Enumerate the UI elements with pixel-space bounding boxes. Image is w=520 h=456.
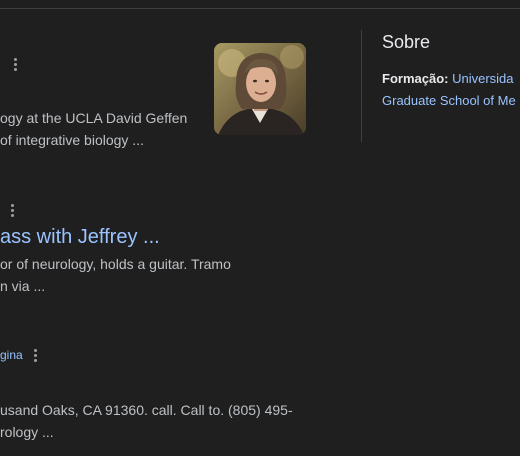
education-link-continued[interactable]: Graduate School of Me [382, 93, 516, 108]
education-link[interactable]: Universida [452, 71, 513, 86]
result-1-snippet-line-1: ogy at the UCLA David Geffen [0, 110, 188, 126]
result-3-breadcrumb-link[interactable]: gina [0, 347, 23, 363]
result-1-thumbnail[interactable] [214, 43, 306, 135]
education-label: Formação: [382, 71, 449, 86]
result-2-snippet-line-2: n via ... [0, 278, 46, 294]
knowledge-panel-divider [361, 30, 362, 142]
search-results-page: ogy at the UCLA David Geffen of integrat… [0, 0, 520, 456]
more-options-icon[interactable] [28, 346, 42, 364]
education-row: Formação: Universida [382, 68, 514, 90]
more-options-icon[interactable] [5, 201, 19, 219]
result-1-snippet-line-2: of integrative biology ... [0, 132, 144, 148]
result-3-snippet-line-1: usand Oaks, CA 91360. call. Call to. (80… [0, 402, 293, 418]
more-options-icon[interactable] [8, 55, 22, 73]
result-3-snippet-line-2: rology ... [0, 424, 54, 440]
result-2-title-link[interactable]: ass with Jeffrey ... [0, 224, 160, 250]
knowledge-panel-title: Sobre [382, 32, 431, 52]
education-row-continued: Graduate School of Me [382, 90, 516, 112]
portrait-image [214, 43, 306, 135]
result-2-snippet-line-1: or of neurology, holds a guitar. Tramo [0, 256, 231, 272]
header-divider [0, 8, 520, 9]
